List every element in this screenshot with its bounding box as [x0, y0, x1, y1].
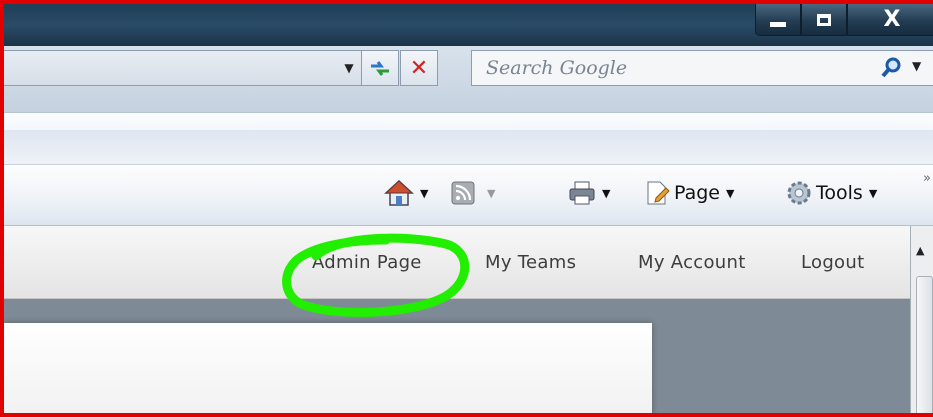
scroll-thumb[interactable] — [916, 276, 933, 413]
tab-strip — [4, 130, 933, 164]
window-title-bar: X — [4, 4, 933, 46]
chevron-down-icon: ▼ — [344, 61, 354, 75]
logout-link[interactable]: Logout — [801, 252, 864, 273]
page-menu-label: Page — [674, 182, 720, 204]
vertical-scrollbar[interactable]: ▲ — [910, 226, 933, 413]
chevron-down-icon[interactable]: ▼ — [726, 187, 734, 200]
chevron-down-icon[interactable]: ▼ — [869, 187, 877, 200]
scroll-up-icon[interactable]: ▲ — [916, 244, 924, 257]
refresh-button[interactable] — [361, 50, 399, 86]
address-toolbar: ▼ ✕ Search Google ▼ — [4, 46, 933, 116]
content-panel — [4, 323, 652, 413]
site-navigation: Admin Page My Teams My Account Logout — [4, 226, 910, 299]
feeds-button[interactable]: ▼ — [451, 178, 495, 208]
address-field[interactable] — [4, 50, 380, 86]
stop-button[interactable]: ✕ — [400, 50, 438, 86]
search-box[interactable]: Search Google ▼ — [471, 50, 933, 86]
maximize-icon — [817, 13, 831, 26]
maximize-button[interactable] — [801, 4, 847, 36]
chevron-down-icon[interactable]: ▼ — [420, 187, 428, 200]
command-bar: ▼ ▼ ▼ Page ▼ Tools ▼ » — [4, 164, 933, 226]
close-button[interactable]: X — [847, 4, 933, 36]
refresh-icon — [371, 61, 389, 76]
chevron-down-icon[interactable]: ▼ — [487, 187, 495, 200]
screenshot-frame: X ▼ ✕ Search Google ▼ ▼ ▼ ▼ Page ▼ Tools… — [0, 0, 933, 417]
tools-gear-icon — [787, 181, 811, 205]
print-icon — [569, 181, 595, 205]
page-icon — [647, 181, 670, 205]
magnifier-icon[interactable] — [877, 54, 905, 82]
address-dropdown-button[interactable]: ▼ — [338, 50, 360, 86]
tools-menu-button[interactable]: Tools ▼ — [786, 178, 877, 208]
home-icon — [384, 179, 414, 206]
tools-menu-label: Tools — [816, 182, 863, 204]
minimize-icon — [770, 22, 786, 27]
admin-page-link[interactable]: Admin Page — [312, 252, 422, 273]
home-button[interactable]: ▼ — [384, 178, 428, 208]
print-button[interactable]: ▼ — [568, 178, 610, 208]
chevron-down-icon[interactable]: ▼ — [912, 59, 921, 73]
my-teams-link[interactable]: My Teams — [485, 252, 576, 273]
overflow-chevron[interactable]: » — [923, 171, 931, 186]
chevron-down-icon[interactable]: ▼ — [602, 187, 610, 200]
page-menu-button[interactable]: Page ▼ — [644, 178, 734, 208]
feeds-icon — [451, 181, 475, 205]
search-input[interactable]: Search Google — [486, 57, 627, 79]
my-account-link[interactable]: My Account — [638, 252, 746, 273]
minimize-button[interactable] — [755, 4, 801, 36]
